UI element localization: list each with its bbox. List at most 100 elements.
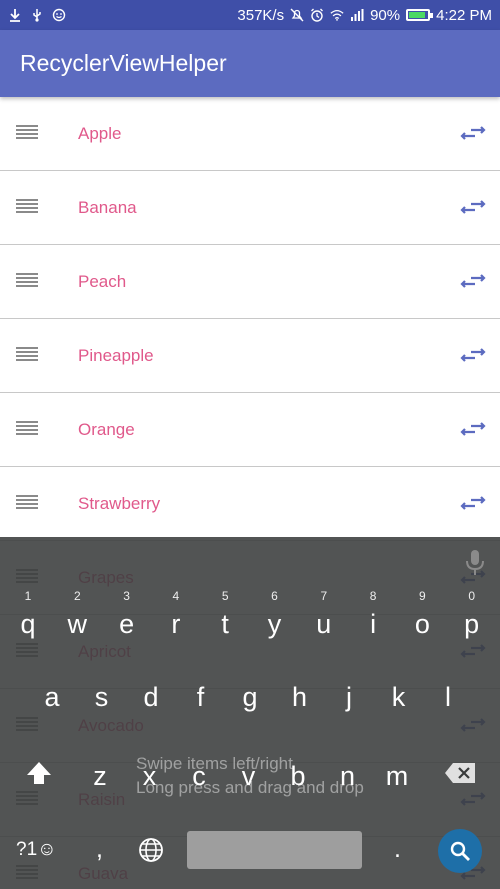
status-right: 357K/s 90% 4:22 PM (237, 7, 492, 24)
key-k[interactable]: k (377, 682, 421, 713)
key-label: g (242, 682, 258, 712)
key-q[interactable]: 1q (6, 589, 50, 640)
key-label: z (93, 761, 107, 791)
globe-icon[interactable] (138, 837, 164, 863)
app-bar: RecyclerViewHelper (0, 30, 500, 97)
key-hint: 8 (369, 589, 377, 603)
swap-icon[interactable] (460, 419, 486, 439)
key-hint: 2 (73, 589, 81, 603)
swap-icon[interactable] (460, 345, 486, 365)
download-icon (8, 8, 22, 22)
list-item[interactable]: Banana (0, 171, 500, 245)
alarm-icon (310, 8, 324, 22)
usb-icon (30, 8, 44, 22)
key-label: o (414, 609, 430, 639)
key-label: d (143, 682, 159, 712)
list-item-label: Banana (78, 197, 137, 217)
key-hint: 7 (320, 589, 328, 603)
comma-key[interactable]: , (96, 835, 103, 864)
key-hint: 5 (221, 589, 229, 603)
list-item[interactable]: Pineapple (0, 319, 500, 393)
drag-handle-icon[interactable] (16, 273, 38, 289)
key-hint: 1 (24, 589, 32, 603)
key-label: e (119, 609, 135, 639)
key-h[interactable]: h (278, 682, 322, 713)
swap-icon[interactable] (460, 271, 486, 291)
drag-handle-icon[interactable] (16, 421, 38, 437)
key-label: t (221, 609, 229, 639)
key-label: k (391, 682, 406, 712)
network-speed: 357K/s (237, 6, 285, 24)
key-label: r (171, 609, 181, 639)
list-item-label: Strawberry (78, 493, 161, 513)
signal-icon (350, 8, 364, 22)
key-label: u (316, 609, 332, 639)
key-w[interactable]: 2w (55, 589, 99, 640)
key-a[interactable]: a (30, 682, 74, 713)
list-item[interactable]: Apple (0, 97, 500, 171)
key-hint: 3 (123, 589, 130, 603)
status-bar: 357K/s 90% 4:22 PM (0, 0, 500, 30)
key-l[interactable]: l (426, 682, 470, 713)
key-u[interactable]: 7u (302, 589, 346, 640)
search-key[interactable] (438, 829, 482, 873)
shift-icon[interactable] (24, 759, 54, 789)
list-item-label: Pineapple (78, 345, 154, 365)
key-z[interactable]: z (78, 761, 122, 792)
status-left-icons (8, 8, 66, 22)
snackbar-line-2: Long press and drag and drop (136, 778, 364, 797)
list-item[interactable]: Strawberry (0, 467, 500, 541)
drag-handle-icon[interactable] (16, 495, 38, 511)
swap-icon[interactable] (460, 197, 486, 217)
key-label: p (464, 609, 480, 639)
symbols-key[interactable]: ?1☺ (16, 839, 57, 861)
key-label: q (20, 609, 36, 639)
key-label: i (370, 609, 377, 639)
key-label: j (346, 682, 352, 712)
list-item[interactable]: Orange (0, 393, 500, 467)
soft-keyboard: ?1☺ , . 1q2w3e4r5t6y7u8i9o0pasdfghjklzxc… (0, 537, 500, 889)
key-r[interactable]: 4r (154, 589, 198, 640)
snackbar: Swipe items left/right Long press and dr… (136, 752, 364, 800)
battery-percent: 90% (370, 6, 401, 24)
key-label: y (267, 609, 282, 639)
key-hint: 4 (172, 589, 180, 603)
key-y[interactable]: 6y (253, 589, 297, 640)
key-d[interactable]: d (129, 682, 173, 713)
drag-handle-icon[interactable] (16, 199, 38, 215)
mic-icon[interactable] (465, 549, 485, 577)
swap-icon[interactable] (460, 493, 486, 513)
key-hint: 0 (468, 589, 476, 603)
drag-handle-icon[interactable] (16, 347, 38, 363)
list-item-label: Orange (78, 419, 135, 439)
search-icon (450, 841, 470, 861)
key-label: w (67, 609, 88, 639)
screen: 357K/s 90% 4:22 PM RecyclerViewHelper Ap… (0, 0, 500, 889)
key-e[interactable]: 3e (105, 589, 149, 640)
space-key[interactable] (187, 831, 362, 869)
backspace-icon[interactable] (444, 762, 476, 784)
key-s[interactable]: s (80, 682, 124, 713)
key-label: h (291, 682, 308, 712)
key-label: l (445, 682, 451, 712)
swap-icon[interactable] (460, 123, 486, 143)
key-hint: 9 (419, 589, 426, 603)
key-i[interactable]: 8i (351, 589, 395, 640)
mute-icon (290, 8, 304, 22)
key-t[interactable]: 5t (203, 589, 247, 640)
key-m[interactable]: m (375, 761, 419, 792)
key-label: s (94, 682, 109, 712)
drag-handle-icon[interactable] (16, 125, 38, 141)
key-f[interactable]: f (179, 682, 223, 713)
key-hint: 6 (271, 589, 278, 603)
key-j[interactable]: j (327, 682, 371, 713)
key-o[interactable]: 9o (400, 589, 444, 640)
period-key[interactable]: . (394, 835, 401, 864)
key-p[interactable]: 0p (450, 589, 494, 640)
snackbar-line-1: Swipe items left/right (136, 754, 293, 773)
list-item[interactable]: Peach (0, 245, 500, 319)
list-item-label: Apple (78, 123, 122, 143)
battery-icon (406, 9, 434, 21)
key-g[interactable]: g (228, 682, 272, 713)
key-label: f (196, 682, 205, 712)
